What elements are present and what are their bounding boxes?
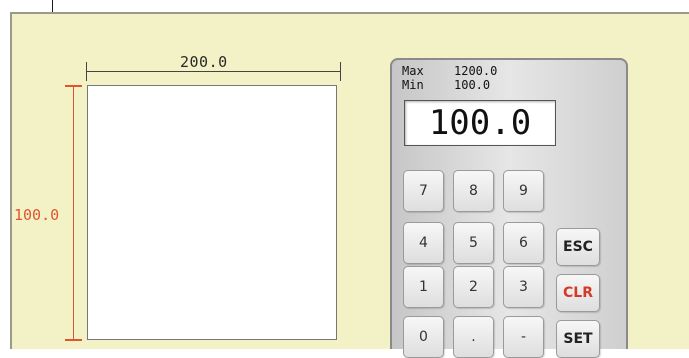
key-8[interactable]: 8 xyxy=(453,170,494,212)
key-5[interactable]: 5 xyxy=(453,222,494,264)
max-limit: Max 1200.0 xyxy=(402,64,497,78)
min-limit: Min 100.0 xyxy=(402,78,490,92)
frame-size-preview xyxy=(87,85,337,340)
value-display: 100.0 xyxy=(404,100,556,146)
height-dimension-label: 100.0 xyxy=(14,206,60,224)
width-dimension-tick-left xyxy=(86,62,87,81)
set-button[interactable]: SET xyxy=(556,320,600,358)
key-1[interactable]: 1 xyxy=(403,266,444,308)
min-limit-label: Min xyxy=(402,78,424,92)
key-9[interactable]: 9 xyxy=(503,170,544,212)
height-dimension-tick-bottom xyxy=(65,339,82,341)
width-dimension-label: 200.0 xyxy=(180,53,228,71)
key-4[interactable]: 4 xyxy=(403,222,444,264)
width-dimension-tick-right xyxy=(340,62,341,81)
key-minus[interactable]: - xyxy=(503,316,544,358)
height-dimension-tick-top xyxy=(65,85,82,87)
numeric-keypad: Max 1200.0 Min 100.0 100.0 7 8 9 4 5 6 1 2… xyxy=(390,58,628,358)
clr-button[interactable]: CLR xyxy=(556,274,600,312)
min-limit-value: 100.0 xyxy=(454,78,491,92)
key-6[interactable]: 6 xyxy=(503,222,544,264)
key-7[interactable]: 7 xyxy=(403,170,444,212)
key-3[interactable]: 3 xyxy=(503,266,544,308)
height-dimension-line xyxy=(73,86,74,341)
key-0[interactable]: 0 xyxy=(403,316,444,358)
width-dimension-line xyxy=(86,71,341,72)
max-limit-value: 1200.0 xyxy=(454,64,498,78)
key-2[interactable]: 2 xyxy=(453,266,494,308)
max-limit-label: Max xyxy=(402,64,424,78)
key-decimal[interactable]: . xyxy=(453,316,494,358)
esc-button[interactable]: ESC xyxy=(556,228,600,266)
